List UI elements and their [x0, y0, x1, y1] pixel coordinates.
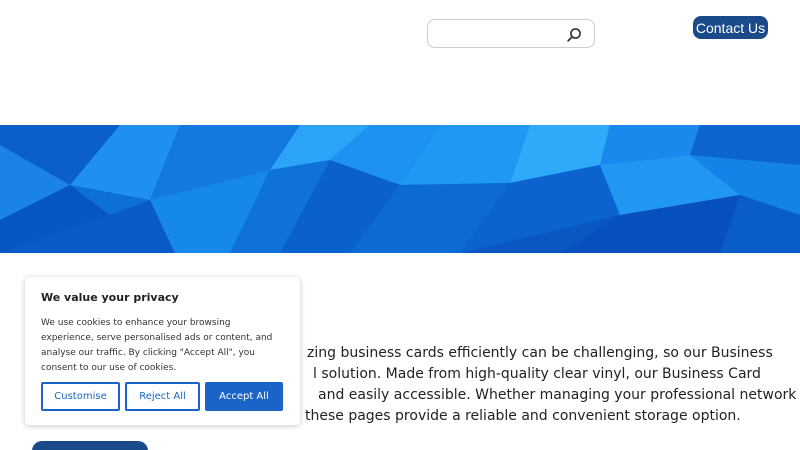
cookie-buttons: Customise Reject All Accept All — [41, 382, 283, 411]
reject-all-button[interactable]: Reject All — [125, 382, 200, 411]
cookie-consent-dialog: We value your privacy We use cookies to … — [25, 277, 300, 425]
cookie-title: We value your privacy — [41, 291, 179, 304]
hero-banner — [0, 125, 800, 253]
accept-all-button[interactable]: Accept All — [205, 382, 283, 411]
cookie-text: We use cookies to enhance your browsing … — [41, 318, 273, 373]
description-line: l solution. Made from high-quality clear… — [313, 366, 761, 382]
search-input[interactable] — [436, 24, 561, 44]
search-icon[interactable] — [566, 27, 582, 43]
contact-us-button[interactable]: Contact Us — [693, 16, 768, 39]
description-line: and easily accessible. Whether managing … — [318, 387, 797, 403]
hero-polygon-background — [0, 125, 800, 253]
description-line: zing business cards efficiently can be c… — [307, 345, 773, 361]
customise-button[interactable]: Customise — [41, 382, 120, 411]
call-to-action-button[interactable] — [32, 441, 148, 450]
search-box[interactable] — [427, 19, 595, 48]
description-line: these pages provide a reliable and conve… — [305, 408, 741, 424]
